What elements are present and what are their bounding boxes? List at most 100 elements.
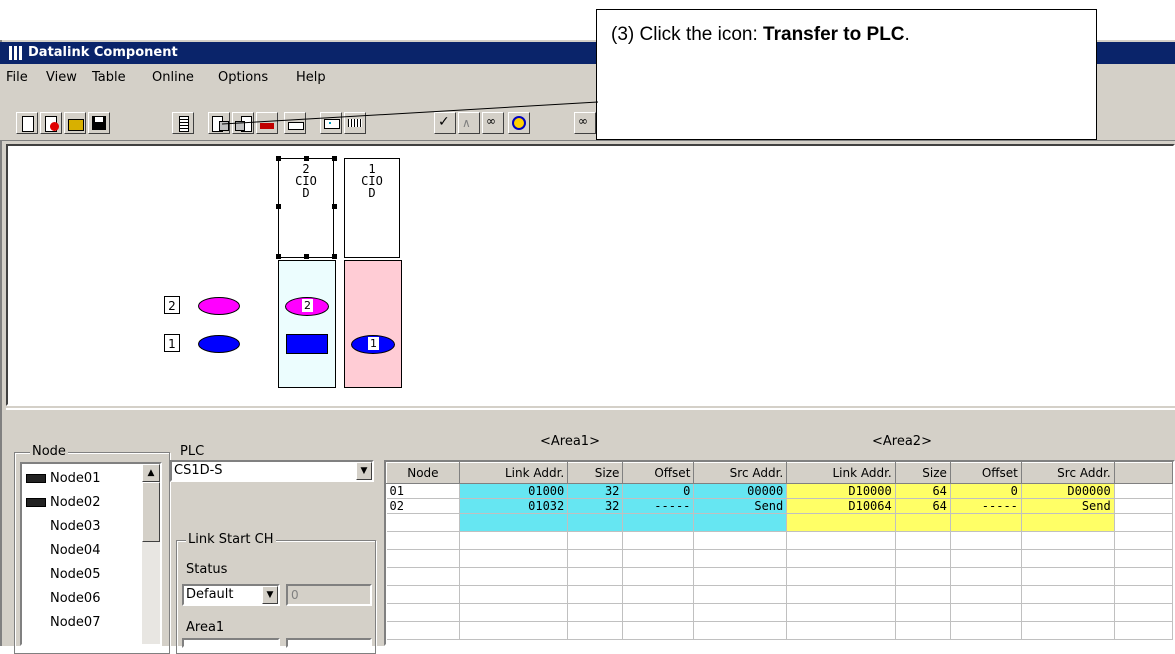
status-channel-input[interactable]: 0 bbox=[286, 584, 372, 606]
wave-icon[interactable]: ∧ bbox=[458, 112, 480, 134]
list-item-node05[interactable]: Node05 bbox=[26, 564, 100, 586]
list-item-node03[interactable]: Node03 bbox=[26, 516, 100, 538]
table-cell[interactable] bbox=[1021, 513, 1115, 532]
col-header-offset-2[interactable]: Offset bbox=[949, 462, 1022, 484]
list-item-node07[interactable]: Node07 bbox=[26, 612, 100, 634]
table-cell[interactable] bbox=[1114, 498, 1173, 514]
table-cell[interactable] bbox=[786, 513, 896, 532]
table-cell[interactable]: D10000 bbox=[786, 483, 896, 499]
table-row[interactable] bbox=[386, 585, 1173, 604]
table-cell[interactable] bbox=[1114, 483, 1173, 499]
table-cell[interactable]: 01000 bbox=[459, 483, 569, 499]
table-cell[interactable] bbox=[1114, 513, 1173, 532]
table-cell[interactable]: 00000 bbox=[693, 483, 788, 499]
list-item-node06[interactable]: Node06 bbox=[26, 588, 100, 610]
scroll-up-icon[interactable]: ▲ bbox=[142, 464, 160, 482]
monitor-icon[interactable] bbox=[284, 112, 306, 134]
node-list-scrollbar[interactable]: ▲ bbox=[142, 464, 160, 644]
area1-select[interactable] bbox=[182, 638, 280, 648]
node-2-receive-rect-icon[interactable] bbox=[286, 334, 328, 354]
scroll-thumb[interactable] bbox=[142, 482, 160, 542]
table-row[interactable]: 01 01000 32 0 00000 D10000 64 0 D00000 bbox=[386, 483, 1173, 499]
table-row[interactable] bbox=[386, 603, 1173, 622]
table-cell[interactable] bbox=[459, 513, 569, 532]
table-cell[interactable] bbox=[622, 513, 695, 532]
selection-handle[interactable] bbox=[332, 156, 337, 161]
open-folder-icon[interactable] bbox=[64, 112, 86, 134]
datalink-table[interactable]: Node Link Addr. Size Offset Src Addr. Li… bbox=[384, 460, 1175, 646]
save-disk-icon[interactable] bbox=[88, 112, 110, 134]
table-cell[interactable]: D00000 bbox=[1021, 483, 1115, 499]
menu-file[interactable]: File bbox=[6, 70, 28, 85]
table-icon[interactable] bbox=[344, 112, 366, 134]
table-cell[interactable]: Send bbox=[1021, 498, 1115, 514]
node-list[interactable]: Node01 Node02 Node03 Node04 Node05 Node0… bbox=[20, 462, 162, 646]
table-cell[interactable]: 64 bbox=[895, 498, 951, 514]
menu-help[interactable]: Help bbox=[296, 70, 326, 85]
table-cell[interactable] bbox=[386, 513, 460, 532]
table-row[interactable] bbox=[386, 531, 1173, 550]
col-header-src-addr-2[interactable]: Src Addr. bbox=[1020, 462, 1115, 484]
status-icon[interactable] bbox=[508, 112, 530, 134]
table-cell[interactable]: 0 bbox=[950, 483, 1022, 499]
selection-handle[interactable] bbox=[304, 156, 309, 161]
table-cell[interactable]: 32 bbox=[567, 483, 624, 499]
selection-handle[interactable] bbox=[276, 204, 281, 209]
table-cell[interactable]: 32 bbox=[567, 498, 624, 514]
table-cell[interactable]: 01032 bbox=[459, 498, 569, 514]
table-cell[interactable]: D10064 bbox=[786, 498, 896, 514]
plc-model-select[interactable]: CS1D-S ▼ bbox=[170, 460, 374, 482]
transfer-to-plc-icon[interactable] bbox=[208, 112, 230, 134]
col-header-node[interactable]: Node bbox=[386, 462, 460, 484]
list-item-node02[interactable]: Node02 bbox=[26, 492, 101, 514]
col-header-offset-1[interactable]: Offset bbox=[622, 462, 695, 484]
table-cell[interactable]: 02 bbox=[386, 498, 460, 514]
col-header-size-1[interactable]: Size bbox=[567, 462, 624, 484]
menu-view[interactable]: View bbox=[46, 70, 77, 85]
network-icon[interactable] bbox=[320, 112, 342, 134]
table-row[interactable] bbox=[386, 549, 1173, 568]
col-header-link-addr-1[interactable]: Link Addr. bbox=[458, 462, 569, 484]
table-cell[interactable]: 01 bbox=[386, 483, 460, 499]
transfer-from-plc-icon[interactable] bbox=[232, 112, 254, 134]
delete-file-icon[interactable] bbox=[40, 112, 62, 134]
plc-icon[interactable] bbox=[172, 112, 194, 134]
node-1-area[interactable] bbox=[344, 260, 402, 388]
status-select[interactable]: Default ▼ bbox=[182, 584, 280, 606]
selection-handle[interactable] bbox=[276, 254, 281, 259]
area1-input[interactable] bbox=[286, 638, 372, 648]
table-row[interactable] bbox=[386, 621, 1173, 640]
table-cell[interactable] bbox=[895, 513, 951, 532]
new-file-icon[interactable] bbox=[16, 112, 38, 134]
network-canvas[interactable]: 2 CIO D 1 CIO D 2 1 2 1 bbox=[6, 144, 1175, 406]
table-cell[interactable] bbox=[693, 513, 788, 532]
list-item-node01[interactable]: Node01 bbox=[26, 468, 100, 490]
table-cell[interactable]: Send bbox=[693, 498, 788, 514]
chevron-down-icon[interactable]: ▼ bbox=[262, 586, 278, 604]
compare-icon[interactable] bbox=[256, 112, 278, 134]
col-header-src-addr-1[interactable]: Src Addr. bbox=[693, 462, 788, 484]
table-row[interactable] bbox=[386, 567, 1173, 586]
table-cell[interactable]: 64 bbox=[895, 483, 951, 499]
table-cell[interactable] bbox=[950, 513, 1022, 532]
col-header-link-addr-2[interactable]: Link Addr. bbox=[786, 462, 896, 484]
selection-handle[interactable] bbox=[304, 254, 309, 259]
table-cell[interactable] bbox=[567, 513, 624, 532]
chevron-down-icon[interactable]: ▼ bbox=[356, 462, 372, 480]
link-icon[interactable]: ∞ bbox=[482, 112, 504, 134]
check-icon[interactable]: ✓ bbox=[434, 112, 456, 134]
table-row[interactable]: 02 01032 32 ----- Send D10064 64 ----- S… bbox=[386, 498, 1173, 514]
menu-online[interactable]: Online bbox=[152, 70, 194, 85]
menu-table[interactable]: Table bbox=[92, 70, 126, 85]
table-cell[interactable]: ----- bbox=[622, 498, 695, 514]
menu-options[interactable]: Options bbox=[218, 70, 268, 85]
table-row[interactable] bbox=[386, 513, 1173, 532]
table-cell[interactable]: 0 bbox=[622, 483, 695, 499]
selection-handle[interactable] bbox=[276, 156, 281, 161]
node-1-header[interactable]: 1 CIO D bbox=[344, 158, 400, 258]
table-cell[interactable]: ----- bbox=[950, 498, 1022, 514]
col-header-size-2[interactable]: Size bbox=[894, 462, 951, 484]
chain-icon[interactable]: ∞ bbox=[574, 112, 596, 134]
selection-handle[interactable] bbox=[332, 254, 337, 259]
node-2-header[interactable]: 2 CIO D bbox=[278, 158, 334, 258]
